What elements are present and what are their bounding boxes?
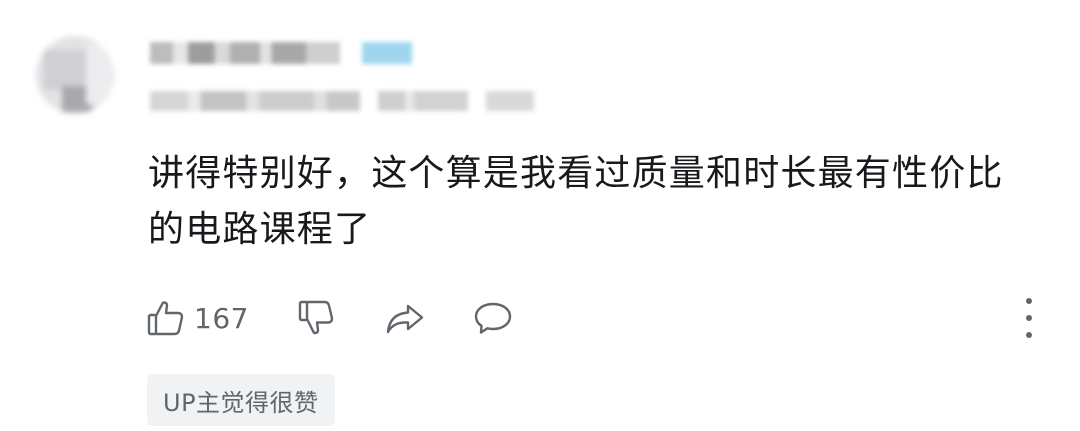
avatar[interactable] [36,36,114,114]
timestamp-blurred [150,91,360,111]
thumbs-down-icon [296,298,336,338]
location-blurred [378,91,468,111]
username-row [150,40,412,66]
comment-actions: 167 [146,296,532,340]
reply-button[interactable] [472,298,532,338]
extra-meta-blurred [486,91,534,111]
username-blurred[interactable] [150,42,340,64]
up-liked-badge: UP主觉得很赞 [147,374,335,426]
comment-item: 讲得特别好，这个算是我看过质量和时长最有性价比的电路课程了 167 UP主觉得很… [0,0,1080,431]
comment-meta-blurred [150,88,534,114]
dislike-button[interactable] [296,298,384,338]
vertical-ellipsis-icon [1026,298,1032,304]
level-badge [362,42,412,64]
comment-text: 讲得特别好，这个算是我看过质量和时长最有性价比的电路课程了 [148,153,1004,250]
speech-bubble-icon [472,298,514,338]
like-count: 167 [194,301,249,335]
like-button[interactable]: 167 [146,298,296,338]
share-arrow-icon [384,298,426,338]
share-button[interactable] [384,298,472,338]
more-options-button[interactable] [1018,298,1040,338]
thumbs-up-icon [146,298,186,338]
